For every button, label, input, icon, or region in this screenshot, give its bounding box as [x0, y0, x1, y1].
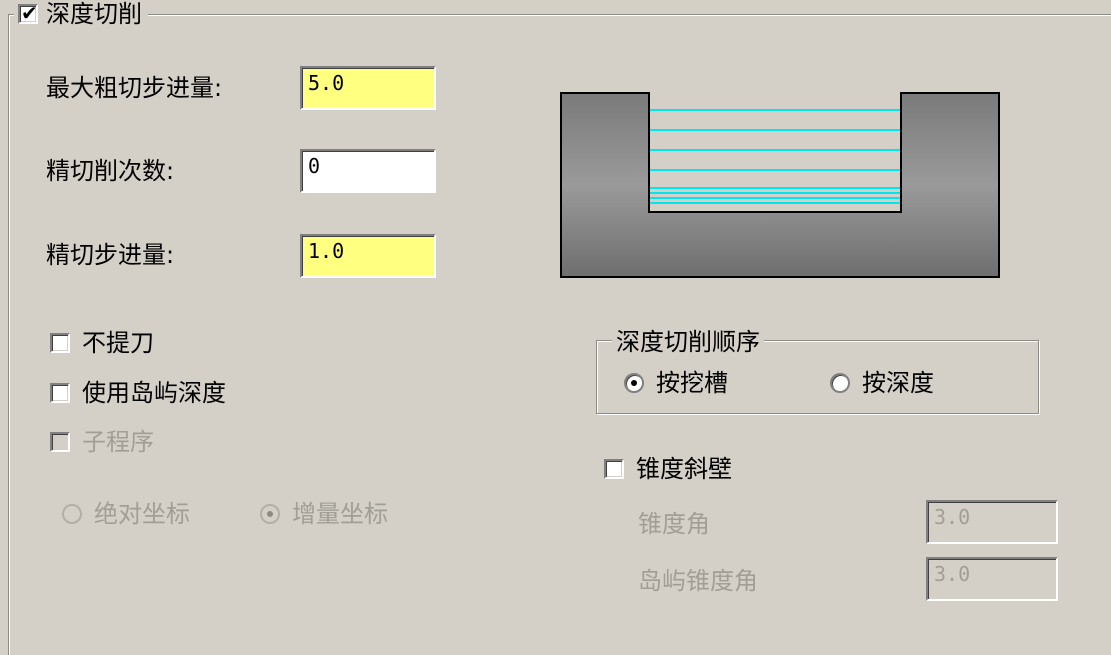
finish-count-label: 精切削次数:	[46, 157, 175, 185]
use-island-depth-checkbox[interactable]	[50, 383, 70, 403]
incremental-coord-option: 增量坐标	[260, 500, 388, 528]
taper-wall-option[interactable]: 锥度斜壁	[604, 455, 732, 483]
subprogram-label: 子程序	[82, 428, 154, 456]
no-retract-checkbox[interactable]	[50, 333, 70, 353]
order-by-pocket-label: 按挖槽	[656, 369, 728, 397]
no-retract-label: 不提刀	[82, 329, 154, 357]
pocket-diagram-svg	[560, 92, 1000, 278]
max-rough-step-label: 最大粗切步进量:	[46, 74, 223, 102]
taper-wall-checkbox[interactable]	[604, 459, 624, 479]
finish-count-input[interactable]: 0	[300, 149, 436, 193]
taper-angle-label: 锥度角	[638, 510, 710, 538]
pocket-diagram	[560, 92, 1000, 278]
depth-cut-checkbox[interactable]: ✔	[18, 1, 38, 25]
order-by-pocket-option[interactable]: 按挖槽	[624, 369, 728, 397]
order-by-depth-radio[interactable]	[830, 373, 850, 393]
finish-step-label: 精切步进量:	[46, 241, 175, 269]
incremental-coord-label: 增量坐标	[292, 500, 388, 528]
check-icon: ✔	[21, 1, 38, 25]
incremental-coord-radio	[260, 504, 280, 524]
island-taper-angle-input: 3.0	[926, 557, 1058, 601]
absolute-coord-option: 绝对坐标	[62, 500, 190, 528]
absolute-coord-radio	[62, 504, 82, 524]
order-by-pocket-radio[interactable]	[624, 373, 644, 393]
taper-wall-label: 锥度斜壁	[636, 455, 732, 483]
subprogram-checkbox	[50, 432, 70, 452]
order-by-depth-option[interactable]: 按深度	[830, 369, 934, 397]
order-by-depth-label: 按深度	[862, 369, 934, 397]
workpiece-material	[560, 92, 1000, 278]
absolute-coord-label: 绝对坐标	[94, 500, 190, 528]
depth-cut-title: 深度切削	[46, 0, 142, 28]
subprogram-option: 子程序	[50, 428, 154, 456]
no-retract-option[interactable]: 不提刀	[50, 329, 154, 357]
depth-order-title: 深度切削顺序	[612, 328, 764, 356]
use-island-depth-label: 使用岛屿深度	[82, 379, 226, 407]
finish-step-input[interactable]: 1.0	[300, 234, 436, 278]
use-island-depth-option[interactable]: 使用岛屿深度	[50, 379, 226, 407]
max-rough-step-input[interactable]: 5.0	[300, 66, 436, 110]
taper-angle-input: 3.0	[926, 500, 1058, 544]
depth-cut-group-header[interactable]: ✔ 深度切削	[14, 0, 148, 29]
island-taper-angle-label: 岛屿锥度角	[638, 567, 758, 595]
